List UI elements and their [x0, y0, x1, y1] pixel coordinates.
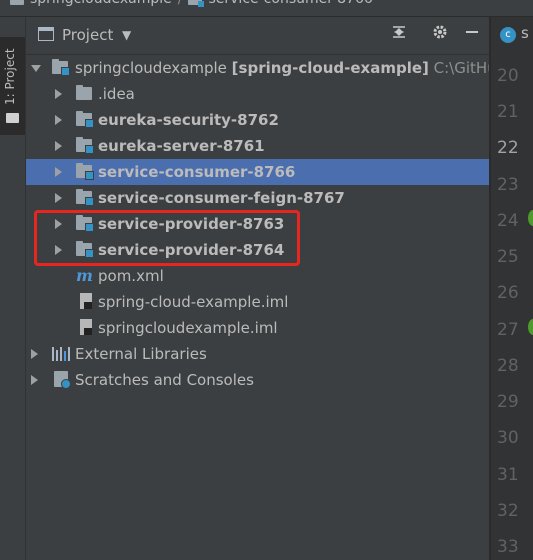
tree-item-service-provider-8763[interactable]: service-provider-8763 — [26, 211, 490, 237]
module-folder-icon — [76, 137, 94, 154]
tree-item-label: External Libraries — [75, 345, 207, 363]
module-folder-icon — [76, 189, 94, 206]
line-number: 21 — [497, 102, 519, 122]
tree-item-label: Scratches and Consoles — [75, 371, 254, 389]
tree-item-label: service-consumer-8766 — [98, 163, 296, 181]
module-folder-icon — [76, 163, 94, 180]
tree-item-service-provider-8764[interactable]: service-provider-8764 — [26, 237, 490, 263]
tree-item-label: springcloudexample.iml — [98, 319, 278, 337]
expand-arrow-icon[interactable] — [55, 115, 62, 125]
line-number: 27 — [497, 320, 519, 340]
line-number: 28 — [497, 356, 519, 376]
line-number: 30 — [497, 428, 519, 448]
tree-item-label: service-provider-8764 — [98, 241, 285, 259]
expand-arrow-icon[interactable] — [31, 375, 38, 385]
line-number: 22 — [497, 138, 519, 158]
line-number: 23 — [497, 175, 519, 195]
project-tree: springcloudexample [spring-cloud-example… — [26, 55, 511, 475]
module-folder-icon — [76, 111, 94, 128]
tree-item-label: pom.xml — [98, 267, 164, 285]
line-number: 33 — [497, 537, 519, 557]
tree-root-label: springcloudexample [spring-cloud-example… — [75, 59, 512, 77]
scratches-icon — [54, 371, 71, 389]
line-number: 26 — [497, 283, 519, 303]
project-tool-window-label: 1: Project — [3, 48, 17, 105]
tree-item-eureka-server[interactable]: eureka-server-8761 — [26, 133, 490, 159]
expand-arrow-icon[interactable] — [55, 193, 62, 203]
tree-item-scratches[interactable]: Scratches and Consoles — [26, 367, 490, 393]
line-number: 31 — [497, 465, 519, 485]
tree-item-service-consumer-feign[interactable]: service-consumer-feign-8767 — [26, 185, 490, 211]
line-number: 32 — [497, 501, 519, 521]
breadcrumb-separator: / — [178, 0, 183, 7]
tree-item-spring-cloud-example-iml[interactable]: spring-cloud-example.iml — [26, 289, 490, 315]
expand-arrow-icon[interactable] — [55, 219, 62, 229]
module-folder-icon — [188, 0, 205, 7]
line-number: 25 — [497, 247, 519, 267]
editor-tab-label[interactable]: s — [521, 24, 529, 42]
folder-icon — [76, 85, 92, 100]
tree-root-row[interactable]: springcloudexample [spring-cloud-example… — [26, 55, 511, 81]
expand-arrow-icon[interactable] — [55, 245, 62, 255]
module-folder-icon — [76, 215, 94, 232]
tree-item-external-libraries[interactable]: External Libraries — [26, 341, 490, 367]
module-folder-icon — [76, 241, 94, 258]
tree-item-label: service-consumer-feign-8767 — [98, 189, 345, 207]
project-tool-window-button[interactable]: 1: Project — [0, 37, 25, 135]
run-gutter-icon[interactable] — [528, 319, 533, 335]
tree-item-label: service-provider-8763 — [98, 215, 285, 233]
maven-icon: m — [76, 266, 93, 285]
tree-item-eureka-security[interactable]: eureka-security-8762 — [26, 107, 490, 133]
chevron-down-icon[interactable]: ▼ — [122, 28, 131, 42]
run-gutter-icon[interactable] — [528, 210, 533, 226]
tree-item-label: spring-cloud-example.iml — [98, 293, 289, 311]
line-numbers: 20 21 22 23 24 25 26 27 28 29 30 31 32 3… — [491, 58, 533, 560]
collapse-all-icon[interactable] — [388, 24, 410, 46]
tree-item-label: .idea — [98, 85, 135, 103]
tree-item-pom[interactable]: m pom.xml — [26, 263, 490, 289]
tree-item-idea[interactable]: .idea — [26, 81, 490, 107]
expand-arrow-icon[interactable] — [55, 89, 62, 99]
gear-icon[interactable] — [429, 24, 451, 46]
tree-item-service-consumer[interactable]: service-consumer-8766 — [26, 159, 490, 185]
iml-file-icon — [80, 319, 92, 335]
iml-file-icon — [80, 293, 92, 309]
tree-item-label: eureka-security-8762 — [98, 111, 279, 129]
panel-title[interactable]: Project — [62, 26, 113, 44]
folder-icon — [6, 113, 19, 123]
class-file-icon: c — [500, 27, 516, 43]
tool-window-stripe: 1: Project — [0, 17, 26, 560]
folder-icon — [10, 0, 24, 5]
line-number: 24 — [497, 211, 519, 231]
breadcrumb-root[interactable]: springcloudexample — [30, 0, 172, 7]
line-number: 29 — [497, 392, 519, 412]
line-number: 20 — [497, 66, 519, 86]
tree-item-springcloudexample-iml[interactable]: springcloudexample.iml — [26, 315, 490, 341]
breadcrumb: springcloudexample / service-consumer-87… — [0, 0, 533, 17]
tree-item-label: eureka-server-8761 — [98, 137, 265, 155]
project-view-icon — [38, 27, 54, 41]
expand-arrow-icon[interactable] — [31, 65, 41, 72]
expand-arrow-icon[interactable] — [55, 167, 62, 177]
expand-arrow-icon[interactable] — [31, 349, 38, 359]
breadcrumb-module[interactable]: service-consumer-8766 — [208, 0, 372, 7]
project-panel-header: Project ▼ — [26, 17, 490, 55]
library-icon — [52, 347, 70, 361]
minimize-icon[interactable] — [461, 24, 483, 46]
module-folder-icon — [52, 59, 70, 76]
expand-arrow-icon[interactable] — [55, 141, 62, 151]
